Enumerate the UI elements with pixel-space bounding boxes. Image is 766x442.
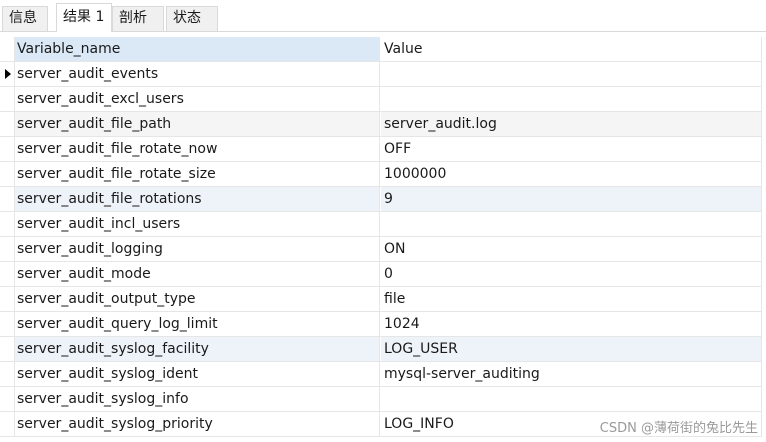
variable-name-cell[interactable]: server_audit_file_rotations: [14, 187, 380, 211]
current-row-arrow-icon: [5, 69, 11, 79]
row-indicator[interactable]: [0, 387, 14, 411]
value-cell[interactable]: 0: [381, 262, 762, 286]
header-indicator-cell: [0, 37, 14, 61]
variable-name-cell[interactable]: server_audit_query_log_limit: [14, 312, 380, 336]
row-indicator[interactable]: [0, 262, 14, 286]
value-cell[interactable]: [381, 387, 762, 411]
row-indicator[interactable]: [0, 212, 14, 236]
value-cell[interactable]: 9: [381, 187, 762, 211]
column-header-variable-name[interactable]: Variable_name: [14, 37, 380, 61]
value-cell[interactable]: ON: [381, 237, 762, 261]
value-cell[interactable]: 1000000: [381, 162, 762, 186]
table-row[interactable]: server_audit_output_type file: [0, 287, 762, 312]
variable-name-cell[interactable]: server_audit_syslog_info: [14, 387, 380, 411]
result-grid: Variable_name Value server_audit_events …: [0, 37, 762, 437]
row-indicator[interactable]: [0, 337, 14, 361]
table-row[interactable]: server_audit_file_rotate_now OFF: [0, 137, 762, 162]
value-cell[interactable]: LOG_USER: [381, 337, 762, 361]
value-cell[interactable]: 1024: [381, 312, 762, 336]
column-header-value[interactable]: Value: [381, 37, 762, 61]
tab-profile[interactable]: 剖析: [112, 6, 164, 31]
grid-right-border: [761, 37, 762, 437]
tab-info[interactable]: 信息: [2, 6, 48, 31]
table-row[interactable]: server_audit_syslog_info: [0, 387, 762, 412]
tab-result-1[interactable]: 结果 1: [56, 3, 112, 32]
value-cell[interactable]: server_audit.log: [381, 112, 762, 136]
value-cell[interactable]: mysql-server_auditing: [381, 362, 762, 386]
result-tab-bar: 信息 结果 1 剖析 状态: [0, 0, 766, 32]
variable-name-cell[interactable]: server_audit_logging: [14, 237, 380, 261]
value-cell[interactable]: [381, 212, 762, 236]
variable-name-cell[interactable]: server_audit_output_type: [14, 287, 380, 311]
table-row[interactable]: server_audit_query_log_limit 1024: [0, 312, 762, 337]
variable-name-cell[interactable]: server_audit_events: [14, 62, 380, 86]
tab-bar-divider: [0, 31, 766, 32]
variable-name-cell[interactable]: server_audit_file_path: [14, 112, 380, 136]
variable-name-cell[interactable]: server_audit_syslog_ident: [14, 362, 380, 386]
variable-name-cell[interactable]: server_audit_excl_users: [14, 87, 380, 111]
row-indicator[interactable]: [0, 362, 14, 386]
row-indicator[interactable]: [0, 287, 14, 311]
value-cell[interactable]: [381, 62, 762, 86]
row-indicator[interactable]: [0, 312, 14, 336]
table-row[interactable]: server_audit_events: [0, 62, 762, 87]
value-cell[interactable]: [381, 87, 762, 111]
table-row[interactable]: server_audit_syslog_ident mysql-server_a…: [0, 362, 762, 387]
table-row[interactable]: server_audit_mode 0: [0, 262, 762, 287]
variable-name-cell[interactable]: server_audit_incl_users: [14, 212, 380, 236]
value-cell[interactable]: OFF: [381, 137, 762, 161]
row-indicator[interactable]: [0, 87, 14, 111]
watermark: CSDN @薄荷街的兔比先生: [599, 421, 758, 436]
row-indicator[interactable]: [0, 162, 14, 186]
table-row[interactable]: server_audit_logging ON: [0, 237, 762, 262]
variable-name-cell[interactable]: server_audit_syslog_facility: [14, 337, 380, 361]
table-row[interactable]: server_audit_file_rotate_size 1000000: [0, 162, 762, 187]
variable-name-cell[interactable]: server_audit_syslog_priority: [14, 412, 380, 436]
row-indicator[interactable]: [0, 412, 14, 436]
value-cell[interactable]: file: [381, 287, 762, 311]
table-row[interactable]: server_audit_file_path server_audit.log: [0, 112, 762, 137]
table-row[interactable]: server_audit_excl_users: [0, 87, 762, 112]
variable-name-cell[interactable]: server_audit_file_rotate_now: [14, 137, 380, 161]
variable-name-cell[interactable]: server_audit_file_rotate_size: [14, 162, 380, 186]
table-row[interactable]: server_audit_file_rotations 9: [0, 187, 762, 212]
table-row[interactable]: server_audit_incl_users: [0, 212, 762, 237]
tab-status[interactable]: 状态: [166, 6, 218, 31]
row-indicator[interactable]: [0, 137, 14, 161]
variable-name-cell[interactable]: server_audit_mode: [14, 262, 380, 286]
row-indicator[interactable]: [0, 112, 14, 136]
grid-indicator-divider: [14, 37, 15, 437]
table-row[interactable]: server_audit_syslog_facility LOG_USER: [0, 337, 762, 362]
row-indicator[interactable]: [0, 62, 14, 86]
query-results-window: 信息 结果 1 剖析 状态 Variable_name Value server…: [0, 0, 766, 442]
row-indicator[interactable]: [0, 187, 14, 211]
row-indicator[interactable]: [0, 237, 14, 261]
grid-header-row: Variable_name Value: [0, 37, 762, 62]
